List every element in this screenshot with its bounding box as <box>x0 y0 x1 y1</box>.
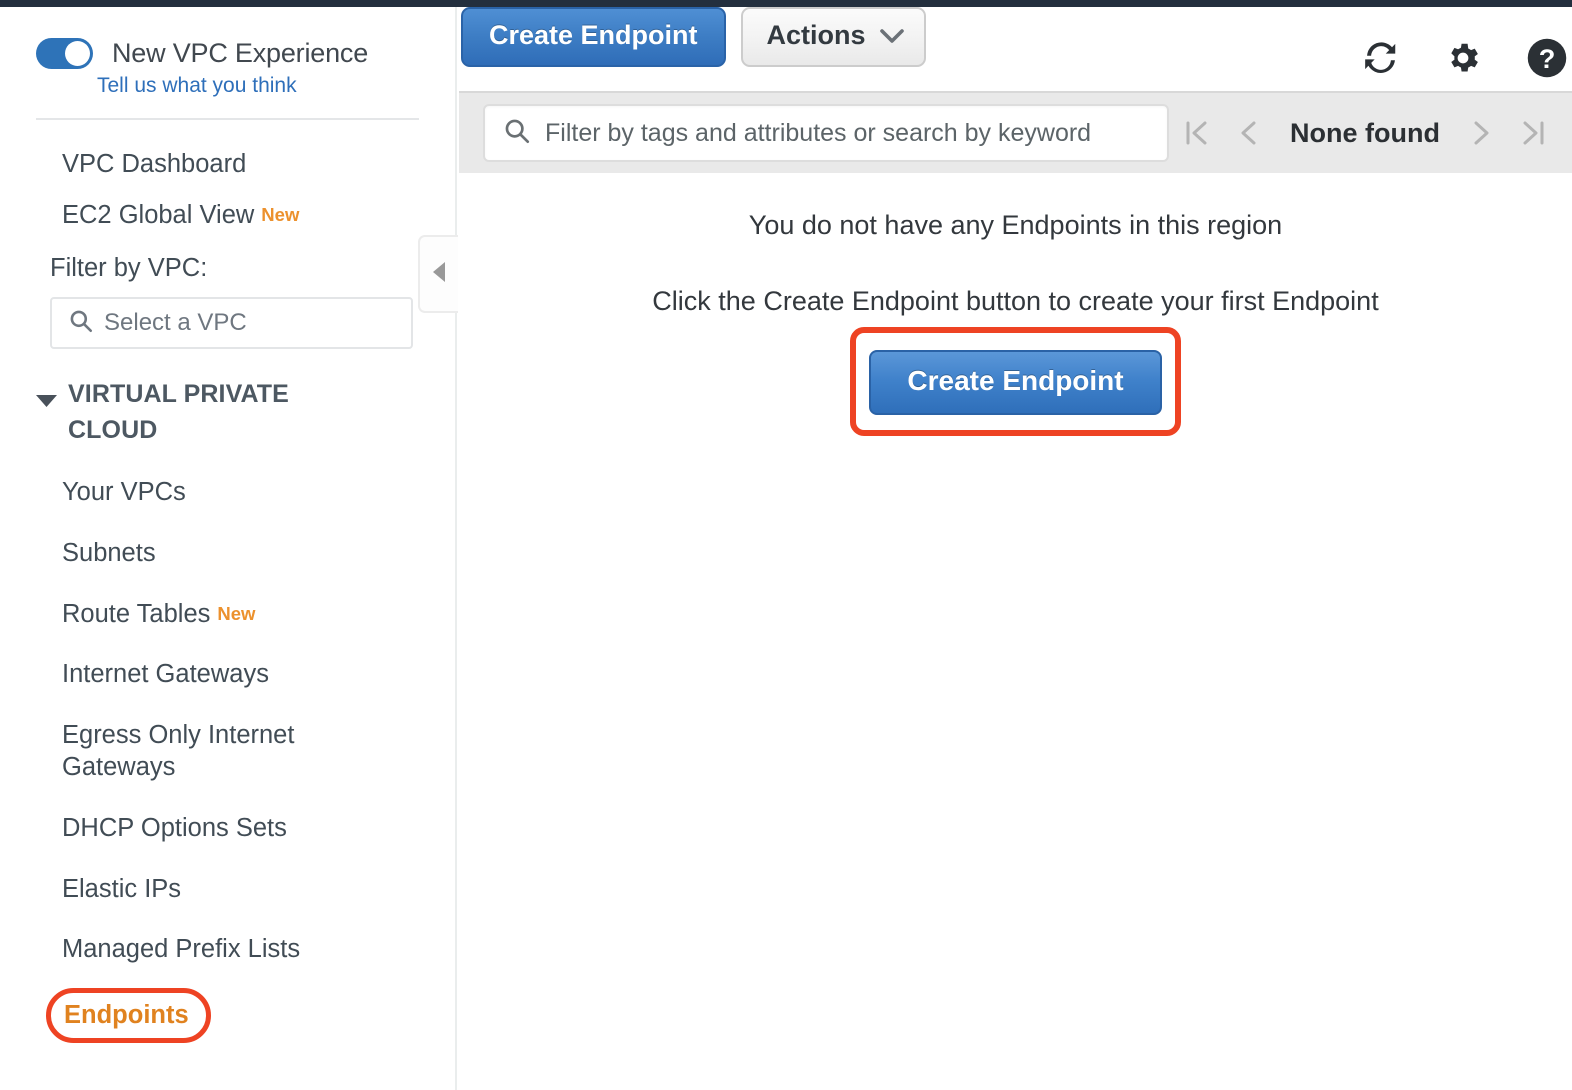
feedback-link[interactable]: Tell us what you think <box>97 74 455 98</box>
page-first-icon[interactable] <box>1170 105 1222 161</box>
chevron-down-icon <box>879 21 904 51</box>
sidebar-item-ec2-global-view[interactable]: EC2 Global View New <box>0 190 455 241</box>
help-icon[interactable]: ? <box>1526 37 1568 84</box>
empty-state-title: You do not have any Endpoints in this re… <box>748 210 1283 240</box>
sidebar-collapse-handle[interactable] <box>418 235 458 313</box>
main-content: Create Endpoint Actions ? Filter by tags… <box>459 7 1572 1090</box>
page-next-icon[interactable] <box>1456 105 1508 161</box>
pagination: None found <box>1170 105 1560 161</box>
search-icon <box>68 308 94 339</box>
sidebar-item-elastic-ips[interactable]: Elastic IPs <box>0 859 400 920</box>
sidebar-item-dhcp-options-sets[interactable]: DHCP Options Sets <box>0 798 400 859</box>
filter-bar: Filter by tags and attributes or search … <box>459 91 1572 173</box>
sidebar-item-label: Your VPCs <box>62 478 186 507</box>
gear-icon[interactable] <box>1444 39 1482 82</box>
search-input[interactable]: Filter by tags and attributes or search … <box>483 104 1169 162</box>
sidebar: New VPC Experience Tell us what you thin… <box>0 7 458 1090</box>
create-endpoint-cta-button[interactable]: Create Endpoint <box>869 350 1162 416</box>
toggle-knob <box>65 41 90 66</box>
sidebar-item-managed-prefix-lists[interactable]: Managed Prefix Lists <box>0 919 400 980</box>
section-virtual-private-cloud[interactable]: VIRTUAL PRIVATE CLOUD <box>0 377 455 448</box>
sidebar-nav-list: Your VPCs Subnets Route Tables New Intern… <box>0 462 455 1043</box>
page-last-icon[interactable] <box>1508 105 1560 161</box>
sidebar-item-internet-gateways[interactable]: Internet Gateways <box>0 644 400 705</box>
new-vpc-experience-toggle[interactable] <box>36 38 93 69</box>
section-title: VIRTUAL PRIVATE CLOUD <box>68 380 289 444</box>
filter-by-vpc-label: Filter by VPC: <box>50 254 208 283</box>
actions-button[interactable]: Actions <box>740 7 926 67</box>
caret-down-icon <box>36 394 57 413</box>
sidebar-item-label: Route Tables <box>62 599 211 628</box>
sidebar-item-endpoints-wrapper: Endpoints <box>46 987 211 1043</box>
caret-left-icon <box>432 261 446 287</box>
page-prev-icon[interactable] <box>1222 105 1274 161</box>
top-bar <box>0 0 1572 7</box>
sidebar-item-label: Managed Prefix Lists <box>62 935 301 964</box>
svg-text:?: ? <box>1539 43 1556 74</box>
vpc-select-input[interactable]: Select a VPC <box>50 297 413 350</box>
sidebar-item-label: Elastic IPs <box>62 874 182 903</box>
vpc-select-placeholder: Select a VPC <box>104 309 247 337</box>
search-input-placeholder: Filter by tags and attributes or search … <box>545 118 1092 147</box>
sidebar-item-vpc-dashboard[interactable]: VPC Dashboard <box>0 139 455 190</box>
sidebar-item-label: Endpoints <box>64 1000 189 1029</box>
sidebar-item-subnets[interactable]: Subnets <box>0 523 400 584</box>
create-endpoint-button[interactable]: Create Endpoint <box>461 7 726 67</box>
sidebar-item-route-tables[interactable]: Route Tables New <box>0 584 400 645</box>
sidebar-item-label: Egress Only Internet Gateways <box>62 720 295 782</box>
sidebar-item-label: Internet Gateways <box>62 660 269 689</box>
sidebar-item-your-vpcs[interactable]: Your VPCs <box>0 462 400 523</box>
new-vpc-experience-label: New VPC Experience <box>112 38 369 68</box>
create-endpoint-cta-wrapper: Create Endpoint <box>850 327 1181 437</box>
pagination-count: None found <box>1290 117 1440 148</box>
sidebar-item-label: Subnets <box>62 538 156 567</box>
refresh-icon[interactable] <box>1362 39 1400 82</box>
empty-state: You do not have any Endpoints in this re… <box>459 173 1572 437</box>
new-badge: New <box>261 203 300 225</box>
new-vpc-experience-row: New VPC Experience <box>0 7 455 69</box>
sidebar-item-label: DHCP Options Sets <box>62 814 287 842</box>
new-badge: New <box>217 602 256 624</box>
search-icon <box>503 117 531 150</box>
sidebar-item-endpoints[interactable]: Endpoints <box>46 988 211 1043</box>
vpc-console-page: New VPC Experience Tell us what you thin… <box>0 0 1572 1090</box>
action-toolbar: Create Endpoint Actions ? <box>459 7 1572 91</box>
sidebar-item-label: VPC Dashboard <box>62 150 247 178</box>
toolbar-icon-group: ? <box>1362 37 1572 84</box>
sidebar-item-label: EC2 Global View <box>62 200 255 229</box>
sidebar-item-egress-only-internet-gateways[interactable]: Egress Only Internet Gateways <box>0 705 400 798</box>
actions-label: Actions <box>766 20 866 50</box>
sidebar-top-nav: VPC Dashboard EC2 Global View New <box>0 120 455 240</box>
empty-state-subtitle: Click the Create Endpoint button to crea… <box>652 285 1379 316</box>
